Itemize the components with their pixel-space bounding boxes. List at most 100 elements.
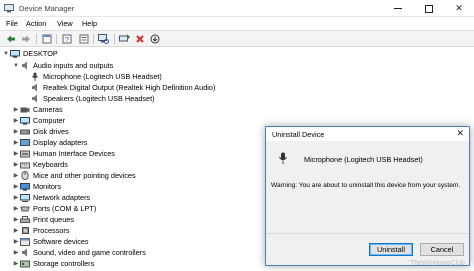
scan-icon[interactable] (97, 33, 110, 45)
tree-category-computer[interactable]: ▶ Computer (12, 115, 65, 126)
tree-category-label: Monitors (33, 182, 61, 191)
tree-category-label: Cameras (33, 105, 63, 114)
tree-category-network-adapters[interactable]: ▶ Network adapters (12, 192, 91, 203)
tree-category-label: Human Interface Devices (33, 149, 115, 158)
svg-text:?: ? (65, 37, 69, 44)
toolbar: ? (0, 30, 474, 47)
tree-category-display-adapters[interactable]: ▶ Display adapters (12, 137, 88, 148)
storage-controller-icon (20, 260, 30, 268)
tree-root[interactable]: ▼ DESKTOP (2, 48, 58, 59)
expand-arrow-icon[interactable]: ▶ (12, 128, 20, 135)
printer-icon (20, 215, 30, 224)
tree-category-label: Software devices (33, 237, 89, 246)
dialog-title-bar: Uninstall Device ✕ (266, 127, 469, 141)
tree-category-sound-video[interactable]: ▶ Sound, video and game controllers (12, 247, 146, 258)
dialog-body: Microphone (Logitech USB Headset) Warnin… (266, 141, 469, 233)
microphone-icon (30, 72, 40, 81)
audio-icon (20, 61, 30, 70)
tree-category-disk-drives[interactable]: ▶ Disk drives (12, 126, 69, 137)
minimize-button[interactable] (383, 0, 413, 17)
uninstall-icon[interactable] (133, 33, 146, 45)
help-icon[interactable]: ? (60, 33, 73, 45)
expand-arrow-icon[interactable]: ▶ (12, 227, 20, 234)
update-driver-icon[interactable] (118, 33, 131, 45)
watermark-text: TheWindowsClub (410, 260, 465, 267)
tree-category-software-devices[interactable]: ▶ Software devices (12, 236, 89, 247)
back-arrow-icon[interactable] (4, 33, 17, 45)
forward-arrow-icon[interactable] (19, 33, 32, 45)
tree-device-realtek-output[interactable]: Realtek Digital Output (Realtek High Def… (30, 82, 215, 93)
tree-category-label: Storage controllers (33, 259, 95, 268)
toolbar-separator (93, 34, 94, 44)
expand-arrow-icon[interactable]: ▶ (12, 216, 20, 223)
tree-category-label: Sound, video and game controllers (33, 248, 146, 257)
display-adapter-icon (20, 138, 30, 147)
microphone-icon (279, 152, 287, 164)
expand-arrow-icon[interactable]: ▶ (12, 205, 20, 212)
tree-category-storage-controllers[interactable]: ▶ Storage controllers (12, 258, 95, 269)
tree-category-keyboards[interactable]: ▶ Keyboards (12, 159, 68, 170)
uninstall-device-dialog: Uninstall Device ✕ Microphone (Logitech … (265, 126, 470, 266)
expand-arrow-icon[interactable]: ▶ (12, 183, 20, 190)
expand-arrow-icon[interactable]: ▶ (12, 139, 20, 146)
tree-device-label: Realtek Digital Output (Realtek High Def… (43, 83, 216, 92)
expand-arrow-icon[interactable]: ▶ (12, 238, 20, 245)
dialog-close-button[interactable]: ✕ (456, 128, 464, 139)
tree-category-ports[interactable]: ▶ Ports (COM & LPT) (12, 203, 97, 214)
expand-arrow-icon[interactable]: ▶ (12, 161, 20, 168)
toolbar-separator (56, 34, 57, 44)
properties-icon[interactable] (40, 33, 53, 45)
network-adapter-icon (20, 193, 30, 202)
title-bar: Device Manager ✕ (0, 0, 474, 17)
tree-category-mice[interactable]: ▶ Mice and other pointing devices (12, 170, 136, 181)
expand-arrow-icon[interactable]: ▶ (12, 117, 20, 124)
tree-category-label: Ports (COM & LPT) (33, 204, 97, 213)
tree-category-hid[interactable]: ▶ Human Interface Devices (12, 148, 115, 159)
dialog-title: Uninstall Device (272, 130, 325, 139)
expand-arrow-icon[interactable]: ▶ (12, 194, 20, 201)
computer-icon (20, 116, 30, 125)
speaker-icon (20, 248, 30, 257)
toolbar-separator (114, 34, 115, 44)
dialog-warning-text: Warning: You are about to uninstall this… (271, 182, 461, 189)
tree-device-speakers[interactable]: Speakers (Logitech USB Headset) (30, 93, 155, 104)
speaker-icon (30, 94, 40, 103)
menu-view[interactable]: View (57, 19, 73, 28)
collapse-arrow-icon[interactable]: ▼ (12, 63, 20, 69)
menu-action[interactable]: Action (26, 19, 46, 28)
close-button[interactable]: ✕ (444, 0, 474, 17)
tree-category-print-queues[interactable]: ▶ Print queues (12, 214, 74, 225)
download-icon[interactable] (148, 33, 161, 45)
menu-help[interactable]: Help (82, 19, 97, 28)
expand-arrow-icon[interactable]: ▶ (12, 150, 20, 157)
mouse-icon (20, 171, 30, 180)
computer-icon (10, 49, 20, 58)
tree-device-microphone[interactable]: Microphone (Logitech USB Headset) (30, 71, 162, 82)
uninstall-button[interactable]: Uninstall (369, 243, 413, 256)
processor-icon (20, 227, 30, 235)
hid-icon (20, 150, 30, 158)
tree-category-processors[interactable]: ▶ Processors (12, 225, 70, 236)
tree-category-label: Audio inputs and outputs (33, 61, 114, 70)
view-icon[interactable] (77, 33, 90, 45)
tree-category-audio[interactable]: ▼ Audio inputs and outputs (12, 60, 113, 71)
dialog-device-name: Microphone (Logitech USB Headset) (304, 155, 423, 164)
cancel-button[interactable]: Cancel (420, 243, 464, 256)
expand-arrow-icon[interactable]: ▶ (12, 249, 20, 256)
port-icon (20, 205, 30, 213)
tree-category-monitors[interactable]: ▶ Monitors (12, 181, 61, 192)
software-device-icon (20, 237, 30, 246)
expand-arrow-icon[interactable]: ▶ (12, 260, 20, 267)
menu-file[interactable]: File (6, 19, 18, 28)
maximize-button[interactable] (414, 0, 444, 17)
expand-arrow-icon[interactable]: ▶ (12, 172, 20, 179)
tree-category-label: Mice and other pointing devices (33, 171, 136, 180)
expand-arrow-icon[interactable]: ▶ (12, 106, 20, 113)
tree-category-cameras[interactable]: ▶ Cameras (12, 104, 63, 115)
window-title: Device Manager (19, 4, 75, 13)
collapse-arrow-icon[interactable]: ▼ (2, 51, 10, 57)
tree-category-label: Disk drives (33, 127, 69, 136)
tree-root-label: DESKTOP (23, 49, 58, 58)
camera-icon (20, 106, 30, 114)
tree-category-label: Computer (33, 116, 66, 125)
